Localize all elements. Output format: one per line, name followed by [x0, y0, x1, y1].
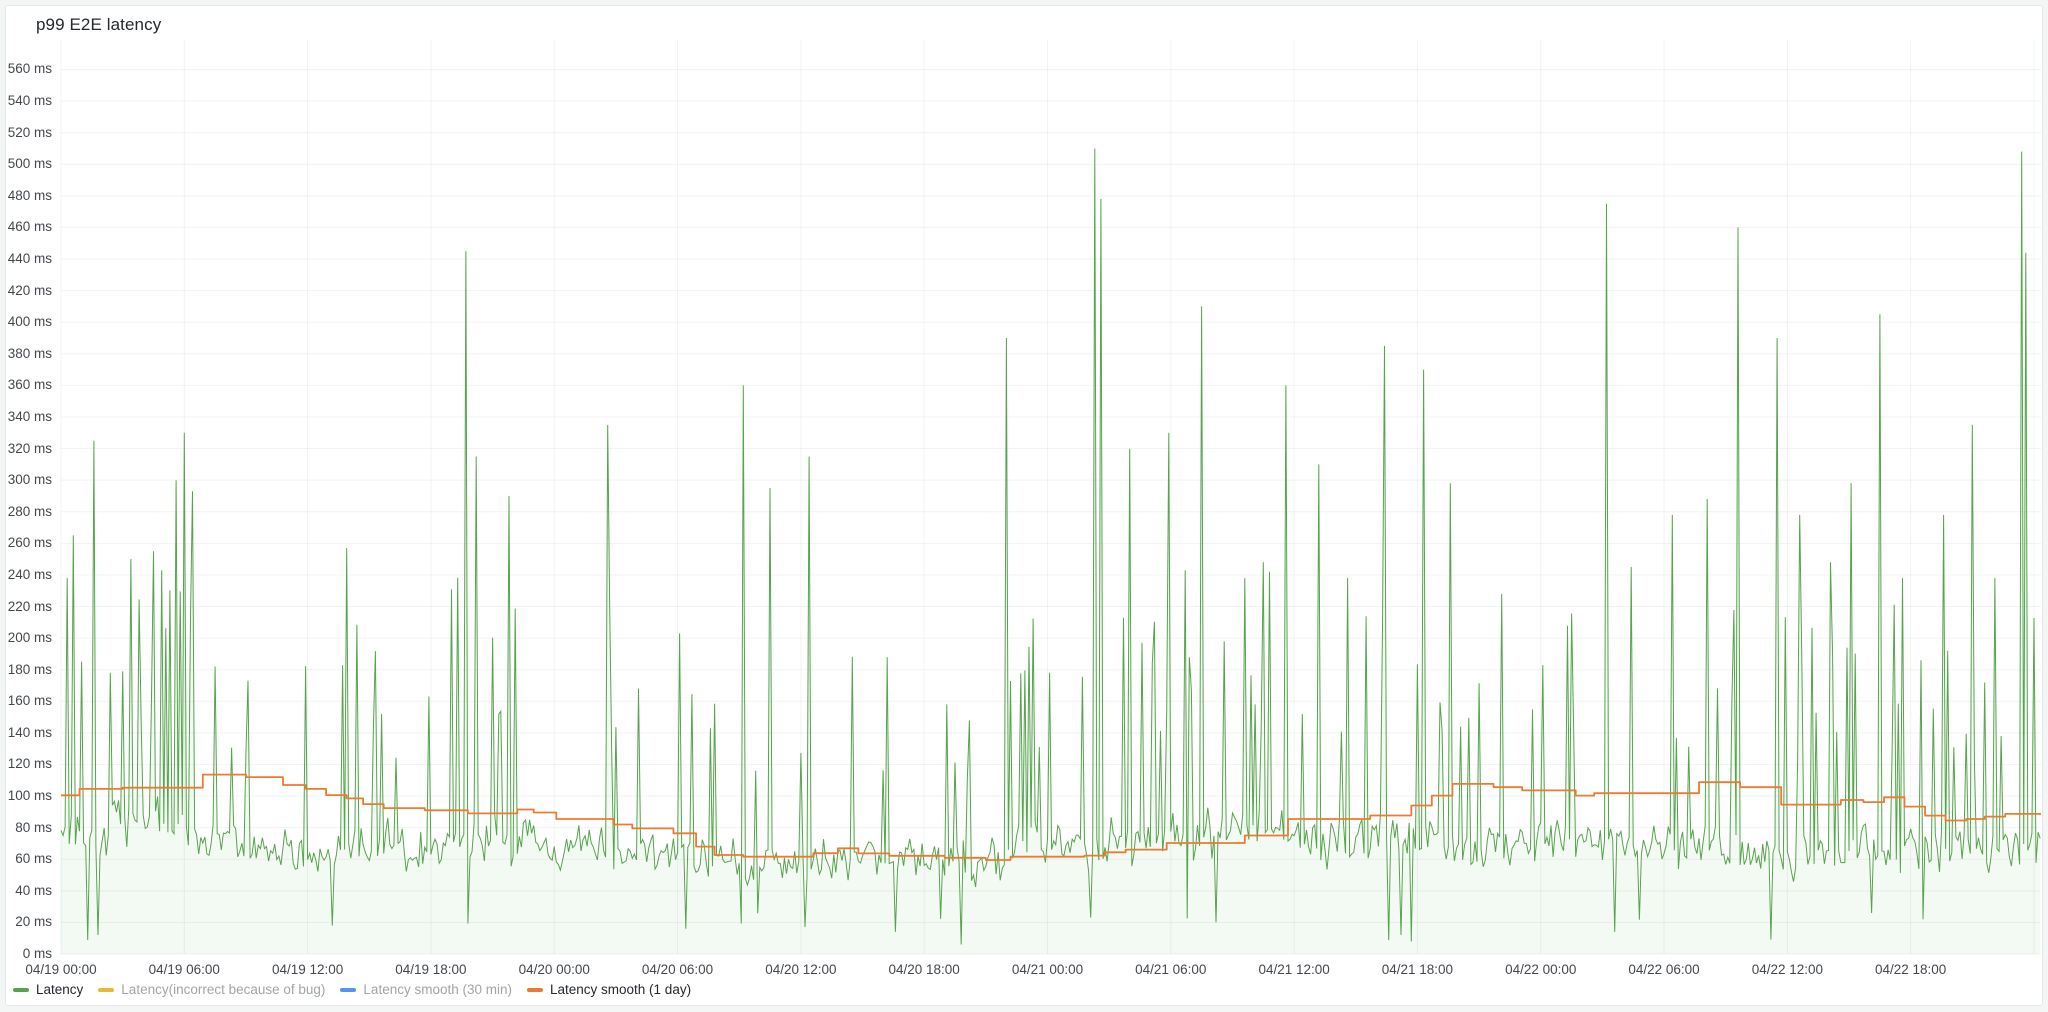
x-tick-label: 04/20 00:00 [494, 962, 614, 977]
y-tick-label: 240 ms [0, 567, 52, 583]
y-tick-label: 520 ms [0, 125, 52, 141]
y-tick-label: 200 ms [0, 630, 52, 646]
x-tick-label: 04/19 06:00 [124, 962, 244, 977]
x-tick-label: 04/21 06:00 [1111, 962, 1231, 977]
y-tick-label: 60 ms [0, 851, 52, 867]
y-tick-label: 420 ms [0, 283, 52, 299]
legend-label: Latency(incorrect because of bug) [121, 982, 325, 997]
legend-item-latency[interactable]: Latency [13, 982, 83, 997]
grafana-panel-page: p99 E2E latency 0 ms20 ms40 ms60 ms80 ms… [0, 0, 2048, 1012]
latency-series-swatch-icon [13, 988, 29, 992]
series-layer [61, 149, 2041, 955]
x-tick-label: 04/19 18:00 [371, 962, 491, 977]
y-tick-label: 260 ms [0, 535, 52, 551]
y-tick-label: 0 ms [0, 946, 52, 962]
y-tick-label: 340 ms [0, 409, 52, 425]
y-tick-label: 320 ms [0, 441, 52, 457]
x-tick-label: 04/21 12:00 [1234, 962, 1354, 977]
legend-item-latency-smooth-30min[interactable]: Latency smooth (30 min) [340, 982, 512, 997]
y-tick-label: 100 ms [0, 788, 52, 804]
latency-smooth-30min-series-swatch-icon [340, 988, 356, 992]
y-tick-label: 440 ms [0, 251, 52, 267]
y-tick-label: 480 ms [0, 188, 52, 204]
x-tick-label: 04/22 12:00 [1727, 962, 1847, 977]
legend-label: Latency [36, 982, 83, 997]
y-tick-label: 380 ms [0, 346, 52, 362]
x-tick-label: 04/21 00:00 [987, 962, 1107, 977]
legend: Latency Latency(incorrect because of bug… [13, 982, 691, 997]
y-tick-label: 400 ms [0, 314, 52, 330]
legend-label: Latency smooth (30 min) [363, 982, 512, 997]
y-tick-label: 80 ms [0, 820, 52, 836]
x-tick-label: 04/20 12:00 [741, 962, 861, 977]
latency-chart-plot[interactable] [0, 0, 2048, 1012]
y-tick-label: 20 ms [0, 914, 52, 930]
x-tick-label: 04/19 12:00 [248, 962, 368, 977]
x-tick-label: 04/22 06:00 [1604, 962, 1724, 977]
y-tick-label: 280 ms [0, 504, 52, 520]
latency-incorrect-series-swatch-icon [98, 988, 114, 992]
legend-item-latency-incorrect[interactable]: Latency(incorrect because of bug) [98, 982, 325, 997]
latency-smooth-1day-series-swatch-icon [527, 988, 543, 992]
y-tick-label: 40 ms [0, 883, 52, 899]
y-tick-label: 300 ms [0, 472, 52, 488]
x-tick-label: 04/20 06:00 [618, 962, 738, 977]
y-tick-label: 500 ms [0, 156, 52, 172]
y-tick-label: 160 ms [0, 693, 52, 709]
x-tick-label: 04/22 00:00 [1481, 962, 1601, 977]
x-tick-label: 04/20 18:00 [864, 962, 984, 977]
x-tick-label: 04/22 18:00 [1851, 962, 1971, 977]
y-tick-label: 560 ms [0, 61, 52, 77]
x-tick-label: 04/21 18:00 [1357, 962, 1477, 977]
y-tick-label: 140 ms [0, 725, 52, 741]
y-tick-label: 180 ms [0, 662, 52, 678]
y-tick-label: 120 ms [0, 756, 52, 772]
y-tick-label: 360 ms [0, 377, 52, 393]
legend-label: Latency smooth (1 day) [550, 982, 691, 997]
y-tick-label: 540 ms [0, 93, 52, 109]
y-tick-label: 460 ms [0, 219, 52, 235]
legend-item-latency-smooth-1day[interactable]: Latency smooth (1 day) [527, 982, 691, 997]
y-tick-label: 220 ms [0, 599, 52, 615]
x-tick-label: 04/19 00:00 [1, 962, 121, 977]
